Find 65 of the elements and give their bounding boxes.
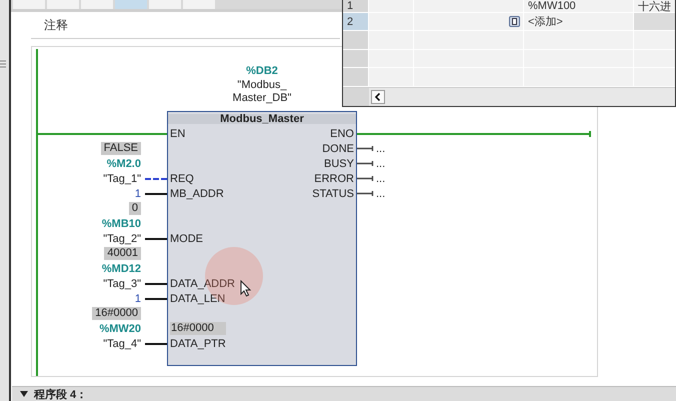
operand-address: %M2.0	[106, 158, 141, 170]
instance-name: Master_DB"	[232, 92, 292, 106]
pin-label: STATUS	[312, 188, 354, 200]
operand[interactable]: "Tag_2"	[103, 232, 141, 244]
pin-label: DONE	[322, 142, 354, 154]
operand-placeholder[interactable]: ...	[376, 188, 386, 198]
comment-row[interactable]: 注释	[31, 12, 340, 39]
block-title: Modbus_Master	[168, 114, 356, 124]
network-title: 程序段 4：	[34, 388, 88, 401]
pin-label: ENO	[330, 128, 354, 140]
output-wire	[357, 160, 374, 167]
scroll-left-icon[interactable]	[371, 90, 385, 104]
operand[interactable]: "Tag_3"	[103, 278, 141, 290]
operand[interactable]: "Tag_4"	[103, 338, 141, 350]
operand-placeholder[interactable]: ...	[376, 158, 386, 168]
output-wire	[357, 175, 374, 182]
monitor-value: 16#0000	[92, 307, 141, 320]
pin-label: REQ	[170, 172, 194, 184]
add-placeholder[interactable]: <添加>	[528, 14, 563, 30]
table-cell: 十六进	[638, 0, 671, 12]
row-header[interactable]	[343, 31, 369, 49]
header-cell[interactable]	[149, 0, 181, 9]
instance-address: %DB2	[246, 65, 278, 78]
monitor-value: 16#0000	[170, 322, 226, 335]
cursor-icon	[240, 280, 252, 297]
pin-label: DATA_LEN	[170, 292, 226, 304]
operand-address: %MW20	[99, 322, 141, 334]
operand[interactable]: 1	[134, 188, 141, 200]
monitor-value: FALSE	[100, 142, 141, 155]
comment-label: 注释	[44, 16, 68, 34]
operand[interactable]: "Tag_1"	[103, 172, 141, 184]
scrollbar-corner	[343, 88, 369, 106]
monitor-value: 0	[128, 202, 141, 215]
output-wire	[357, 145, 374, 152]
pin-label: MB_ADDR	[170, 188, 224, 200]
instance-name: "Modbus_	[237, 78, 287, 92]
collapse-icon[interactable]	[20, 391, 28, 397]
pin-label: BUSY	[324, 158, 354, 170]
row-header[interactable]	[343, 50, 369, 68]
output-wire	[357, 190, 374, 197]
pin-label: DATA_PTR	[170, 338, 226, 350]
operand-address: %MB10	[102, 218, 141, 230]
header-cell[interactable]	[13, 0, 45, 9]
horizontal-scrollbar[interactable]	[343, 86, 675, 106]
row-number[interactable]: 2	[343, 13, 369, 30]
header-cell[interactable]	[81, 0, 113, 9]
header-cell[interactable]	[47, 0, 79, 9]
header-cell[interactable]	[183, 0, 215, 9]
operand-address: %MD12	[102, 262, 141, 274]
operand-placeholder[interactable]: ...	[376, 174, 386, 184]
pin-label: ERROR	[314, 172, 354, 184]
pin-label: MODE	[170, 232, 203, 244]
header-cell[interactable]	[115, 0, 147, 9]
monitor-value: 40001	[104, 247, 141, 260]
pin-label: EN	[170, 128, 186, 140]
table-cell: %MW100	[528, 0, 576, 12]
row-number[interactable]: 1	[343, 0, 369, 12]
table-cell	[634, 13, 675, 30]
network-header[interactable]: 程序段 4：	[12, 386, 676, 401]
pin-label: DATA_ADDR	[170, 278, 235, 290]
add-icon[interactable]	[509, 16, 520, 28]
operand[interactable]: 1	[134, 292, 141, 304]
function-block[interactable]	[167, 111, 357, 366]
operand-placeholder[interactable]: ...	[376, 144, 386, 154]
grip-icon[interactable]	[0, 60, 6, 68]
